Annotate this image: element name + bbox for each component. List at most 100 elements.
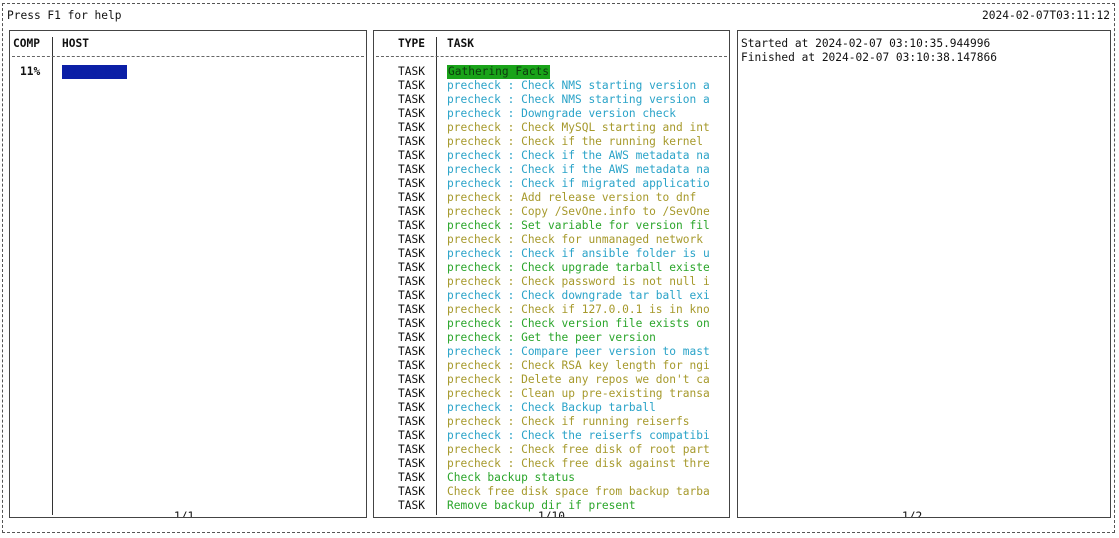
task-name[interactable]: precheck : Clean up pre-existing transa xyxy=(447,387,710,401)
column-header-host[interactable]: HOST xyxy=(62,37,89,51)
task-row[interactable]: TASK precheck : Check free disk against t… xyxy=(374,457,729,471)
task-name[interactable]: precheck : Check NMS starting version a xyxy=(447,93,710,107)
task-type: TASK xyxy=(398,135,425,148)
task-type: TASK xyxy=(398,219,425,232)
task-type: TASK xyxy=(398,485,425,498)
task-type: TASK xyxy=(398,247,425,260)
task-name[interactable]: precheck : Check if the AWS metadata na xyxy=(447,149,710,163)
host-name[interactable]: 127.0.0.1 xyxy=(62,65,127,79)
task-type: TASK xyxy=(398,471,425,484)
column-header-comp[interactable]: COMP xyxy=(13,37,40,51)
task-type: TASK xyxy=(398,289,425,302)
task-row[interactable]: TASK precheck : Delete any repos we don't… xyxy=(374,373,729,387)
task-type: TASK xyxy=(398,387,425,400)
detail-panel[interactable]: Started at 2024-02-07 03:10:35.944996 Fi… xyxy=(737,30,1111,518)
task-row[interactable]: TASK precheck : Check upgrade tarball exi… xyxy=(374,261,729,275)
task-row[interactable]: TASK precheck : Check downgrade tar ball … xyxy=(374,289,729,303)
header-separator xyxy=(12,56,364,57)
hosts-panel[interactable]: COMP HOST 11% 127.0.0.1 1/1 xyxy=(9,30,367,518)
task-type: TASK xyxy=(398,177,425,190)
task-row[interactable]: TASK Check free disk space from backup ta… xyxy=(374,485,729,499)
task-row[interactable]: TASK precheck : Check if the running kern… xyxy=(374,135,729,149)
task-name[interactable]: precheck : Check if running reiserfs xyxy=(447,415,689,429)
task-name[interactable]: precheck : Add release version to dnf xyxy=(447,191,696,205)
task-type: TASK xyxy=(398,163,425,176)
task-row[interactable]: TASK precheck : Check if running reiserfs xyxy=(374,415,729,429)
task-name[interactable]: precheck : Check if the running kernel xyxy=(447,135,703,149)
page-indicator: 1/10 xyxy=(537,510,566,517)
task-name[interactable]: precheck : Check if the AWS metadata na xyxy=(447,163,710,177)
task-row[interactable]: TASK precheck : Get the peer version xyxy=(374,331,729,345)
task-name[interactable]: precheck : Copy /SevOne.info to /SevOne xyxy=(447,205,710,219)
task-type: TASK xyxy=(398,303,425,316)
task-type: TASK xyxy=(398,79,425,92)
task-name[interactable]: precheck : Check MySQL starting and int xyxy=(447,121,710,135)
task-row[interactable]: TASK precheck : Check if migrated applica… xyxy=(374,177,729,191)
task-row[interactable]: TASK precheck : Check NMS starting versio… xyxy=(374,93,729,107)
task-name[interactable]: precheck : Get the peer version xyxy=(447,331,656,345)
help-hint: Press F1 for help xyxy=(7,9,122,22)
task-row[interactable]: TASK precheck : Check RSA key length for … xyxy=(374,359,729,373)
task-name[interactable]: precheck : Check if ansible folder is u xyxy=(447,247,710,261)
task-type: TASK xyxy=(398,415,425,428)
column-header-task[interactable]: TASK xyxy=(447,37,474,51)
task-name[interactable]: precheck : Check if migrated applicatio xyxy=(447,177,710,191)
task-name[interactable]: precheck : Check free disk of root part xyxy=(447,443,710,457)
task-name[interactable]: precheck : Check if 127.0.0.1 is in kno xyxy=(447,303,710,317)
header-separator xyxy=(376,56,727,57)
task-type: TASK xyxy=(398,93,425,106)
host-row[interactable]: 11% 127.0.0.1 xyxy=(10,65,366,79)
task-row[interactable]: TASK precheck : Check for unmanaged netwo… xyxy=(374,233,729,247)
column-header-type[interactable]: TYPE xyxy=(398,37,425,51)
task-row[interactable]: TASK precheck : Downgrade version check xyxy=(374,107,729,121)
task-type: TASK xyxy=(398,457,425,470)
task-row[interactable]: TASK precheck : Check free disk of root p… xyxy=(374,443,729,457)
column-divider xyxy=(52,37,53,515)
task-row[interactable]: TASK precheck : Check if ansible folder i… xyxy=(374,247,729,261)
task-name[interactable]: precheck : Check upgrade tarball existe xyxy=(447,261,710,275)
task-name[interactable]: precheck : Check downgrade tar ball exi xyxy=(447,289,710,303)
host-completion: 11% xyxy=(20,65,41,78)
task-type: TASK xyxy=(398,149,425,162)
task-name[interactable]: precheck : Set variable for version fil xyxy=(447,219,710,233)
task-type: TASK xyxy=(398,107,425,120)
task-type: TASK xyxy=(398,275,425,288)
task-name[interactable]: Check backup status xyxy=(447,471,575,485)
task-row[interactable]: TASK precheck : Set variable for version … xyxy=(374,219,729,233)
task-row[interactable]: TASK precheck : Check MySQL starting and … xyxy=(374,121,729,135)
task-row[interactable]: TASK precheck : Check NMS starting versio… xyxy=(374,79,729,93)
task-name[interactable]: precheck : Check free disk against thre xyxy=(447,457,710,471)
task-type: TASK xyxy=(398,317,425,330)
task-type: TASK xyxy=(398,499,425,512)
task-type: TASK xyxy=(398,121,425,134)
task-row[interactable]: TASK precheck : Check if 127.0.0.1 is in … xyxy=(374,303,729,317)
task-type: TASK xyxy=(398,429,425,442)
task-row[interactable]: TASK precheck : Copy /SevOne.info to /Sev… xyxy=(374,205,729,219)
task-row[interactable]: TASK precheck : Check password is not nul… xyxy=(374,275,729,289)
task-type: TASK xyxy=(398,443,425,456)
task-row[interactable]: TASK precheck : Check the reiserfs compat… xyxy=(374,429,729,443)
task-name[interactable]: precheck : Check version file exists on xyxy=(447,317,710,331)
task-name[interactable]: precheck : Check for unmanaged network xyxy=(447,233,703,247)
task-row[interactable]: TASK precheck : Compare peer version to m… xyxy=(374,345,729,359)
task-row[interactable]: TASK precheck : Add release version to dn… xyxy=(374,191,729,205)
tasks-panel[interactable]: TYPE TASK TASK Gathering Facts TASK prechec… xyxy=(373,30,730,518)
task-row[interactable]: TASK precheck : Clean up pre-existing tra… xyxy=(374,387,729,401)
task-name[interactable]: precheck : Check NMS starting version a xyxy=(447,79,710,93)
task-name[interactable]: precheck : Check password is not null i xyxy=(447,275,710,289)
task-name[interactable]: Gathering Facts xyxy=(447,65,551,79)
task-name[interactable]: precheck : Check RSA key length for ngi xyxy=(447,359,710,373)
task-row[interactable]: TASK precheck : Check if the AWS metadata… xyxy=(374,149,729,163)
task-name[interactable]: precheck : Check the reiserfs compatibi xyxy=(447,429,710,443)
page-indicator: 1/1 xyxy=(173,510,196,517)
task-name[interactable]: precheck : Check Backup tarball xyxy=(447,401,656,415)
task-row[interactable]: TASK precheck : Check if the AWS metadata… xyxy=(374,163,729,177)
task-row[interactable]: TASK precheck : Check Backup tarball xyxy=(374,401,729,415)
task-row[interactable]: TASK Gathering Facts xyxy=(374,65,729,79)
task-name[interactable]: precheck : Downgrade version check xyxy=(447,107,676,121)
task-name[interactable]: precheck : Delete any repos we don't ca xyxy=(447,373,710,387)
task-row[interactable]: TASK Check backup status xyxy=(374,471,729,485)
task-row[interactable]: TASK precheck : Check version file exists… xyxy=(374,317,729,331)
task-name[interactable]: Check free disk space from backup tarba xyxy=(447,485,710,499)
task-name[interactable]: precheck : Compare peer version to mast xyxy=(447,345,710,359)
